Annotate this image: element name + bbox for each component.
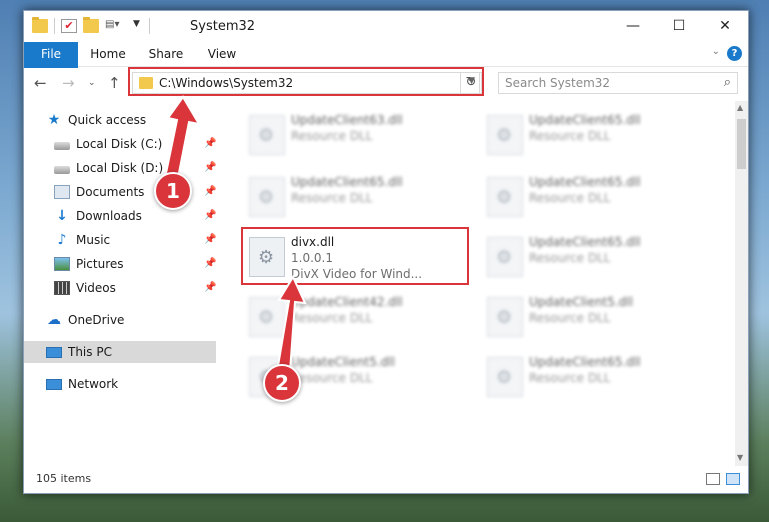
step-2-badge: 2 [263, 364, 301, 402]
step-1-badge: 1 [154, 172, 192, 210]
arrow-2 [275, 274, 307, 373]
arrow-1 [163, 95, 202, 179]
annotation-arrows [163, 95, 307, 373]
